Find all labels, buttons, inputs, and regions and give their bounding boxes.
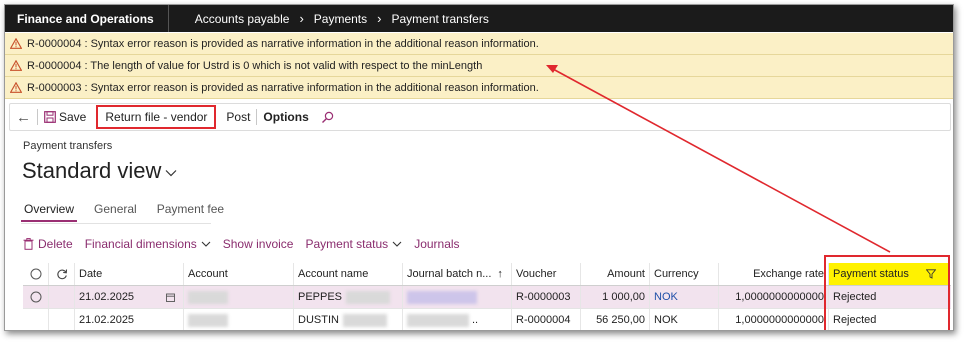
column-header-amount[interactable]: Amount — [581, 263, 650, 285]
currency-cell[interactable]: NOK — [650, 286, 719, 308]
divider — [21, 223, 211, 224]
breadcrumb: Accounts payable › Payments › Payment tr… — [169, 11, 489, 26]
tab-strip: Overview General Payment fee — [21, 202, 241, 222]
account-cell[interactable] — [184, 309, 294, 330]
payment-status-menu[interactable]: Payment status — [305, 237, 402, 251]
warning-text: R-0000004 : The length of value for Ustr… — [27, 59, 483, 72]
column-header-currency[interactable]: Currency — [650, 263, 719, 285]
warning-text: R-0000003 : Syntax error reason is provi… — [27, 81, 539, 94]
redacted-value — [342, 313, 387, 327]
back-arrow-icon[interactable]: ← — [10, 104, 37, 130]
amount-cell[interactable]: 1 000,00 — [581, 286, 650, 308]
row-select-radio[interactable] — [23, 286, 49, 308]
calendar-icon[interactable] — [166, 293, 175, 302]
exchange-rate-cell[interactable]: 1,0000000000000 — [719, 309, 829, 330]
currency-cell[interactable]: NOK — [650, 309, 719, 330]
redacted-value — [188, 290, 228, 304]
account-name-cell[interactable]: DUSTIN — [294, 309, 403, 330]
trash-icon — [23, 238, 34, 250]
payment-transfers-grid: Date Account Account name Journal batch … — [23, 263, 951, 330]
column-header-journal-batch[interactable]: Journal batch n... ↑ — [403, 263, 512, 285]
breadcrumb-item[interactable]: Accounts payable — [195, 12, 290, 26]
delete-button[interactable]: Delete — [23, 237, 73, 251]
journal-batch-cell[interactable] — [403, 286, 512, 308]
top-navigation-bar: Finance and Operations Accounts payable … — [5, 5, 953, 32]
redacted-value — [188, 313, 228, 327]
tab-payment-fee[interactable]: Payment fee — [154, 202, 227, 222]
save-icon — [44, 111, 56, 123]
warning-icon — [5, 38, 27, 49]
chevron-down-icon — [165, 170, 177, 177]
financial-dimensions-label: Financial dimensions — [84, 237, 197, 251]
journal-batch-cell[interactable]: .. — [403, 309, 512, 330]
amount-cell[interactable]: 56 250,00 — [581, 309, 650, 330]
account-name-value: DUSTIN — [298, 314, 339, 326]
search-icon[interactable] — [315, 104, 340, 130]
save-button[interactable]: Save — [38, 104, 92, 130]
action-pane: ← Save Return file - vendor Post Options — [9, 103, 951, 131]
date-cell[interactable]: 21.02.2025 — [75, 286, 184, 308]
app-window: Finance and Operations Accounts payable … — [4, 4, 954, 331]
select-all-checkbox[interactable] — [23, 263, 49, 285]
voucher-cell[interactable]: R-0000004 — [512, 309, 581, 330]
view-name: Standard view — [22, 158, 162, 183]
account-name-value: PEPPES — [298, 291, 343, 303]
chevron-right-icon: › — [377, 11, 382, 26]
breadcrumb-item[interactable]: Payment transfers — [391, 12, 488, 26]
redacted-value — [346, 290, 391, 304]
journal-batch-label: Journal batch n... — [407, 268, 492, 280]
tab-general[interactable]: General — [91, 202, 140, 222]
page-subtitle: Payment transfers — [23, 140, 113, 152]
delete-label: Delete — [38, 237, 73, 251]
app-title[interactable]: Finance and Operations — [5, 5, 169, 32]
chevron-down-icon — [392, 241, 402, 247]
show-invoice-button[interactable]: Show invoice — [223, 237, 294, 251]
breadcrumb-item[interactable]: Payments — [314, 12, 367, 26]
date-cell[interactable]: 21.02.2025 — [75, 309, 184, 330]
view-selector[interactable]: Standard view — [22, 158, 177, 184]
truncation-marker: .. — [472, 314, 479, 326]
row-marker — [49, 286, 75, 308]
column-header-account-name[interactable]: Account name — [294, 263, 403, 285]
account-name-cell[interactable]: PEPPES — [294, 286, 403, 308]
warning-text: R-0000004 : Syntax error reason is provi… — [27, 37, 539, 50]
warning-message: R-0000003 : Syntax error reason is provi… — [5, 77, 953, 99]
row-select-radio[interactable] — [23, 309, 49, 330]
voucher-cell[interactable]: R-0000003 — [512, 286, 581, 308]
sort-ascending-icon: ↑ — [497, 268, 503, 280]
account-cell[interactable] — [184, 286, 294, 308]
row-marker — [49, 309, 75, 330]
journals-button[interactable]: Journals — [414, 237, 459, 251]
table-row[interactable]: 21.02.2025 PEPPES R-0000003 1 000,00 NOK… — [23, 286, 951, 309]
annotation-highlight-box — [824, 255, 950, 330]
return-file-vendor-button[interactable]: Return file - vendor — [96, 105, 217, 129]
post-button[interactable]: Post — [220, 104, 256, 130]
column-header-date[interactable]: Date — [75, 263, 184, 285]
payment-status-label: Payment status — [305, 237, 389, 251]
refresh-icon[interactable] — [49, 263, 75, 285]
column-header-voucher[interactable]: Voucher — [512, 263, 581, 285]
save-label: Save — [59, 110, 87, 124]
column-header-account[interactable]: Account — [184, 263, 294, 285]
chevron-down-icon — [201, 241, 211, 247]
chevron-right-icon: › — [299, 11, 304, 26]
grid-header-row: Date Account Account name Journal batch … — [23, 263, 951, 286]
options-button[interactable]: Options — [257, 104, 314, 130]
tab-overview[interactable]: Overview — [21, 202, 78, 222]
warning-message: R-0000004 : Syntax error reason is provi… — [5, 33, 953, 55]
table-row[interactable]: 21.02.2025 DUSTIN .. R-0000004 56 250,00… — [23, 309, 951, 330]
financial-dimensions-menu[interactable]: Financial dimensions — [85, 237, 211, 251]
grid-toolbar: Delete Financial dimensions Show invoice… — [23, 237, 472, 251]
redacted-value — [407, 290, 477, 304]
warning-icon — [5, 60, 27, 71]
redacted-value — [407, 313, 469, 327]
exchange-rate-cell[interactable]: 1,0000000000000 — [719, 286, 829, 308]
date-value: 21.02.2025 — [79, 291, 135, 303]
warning-icon — [5, 82, 27, 93]
column-header-exchange-rate[interactable]: Exchange rate — [719, 263, 829, 285]
warning-message: R-0000004 : The length of value for Ustr… — [5, 55, 953, 77]
